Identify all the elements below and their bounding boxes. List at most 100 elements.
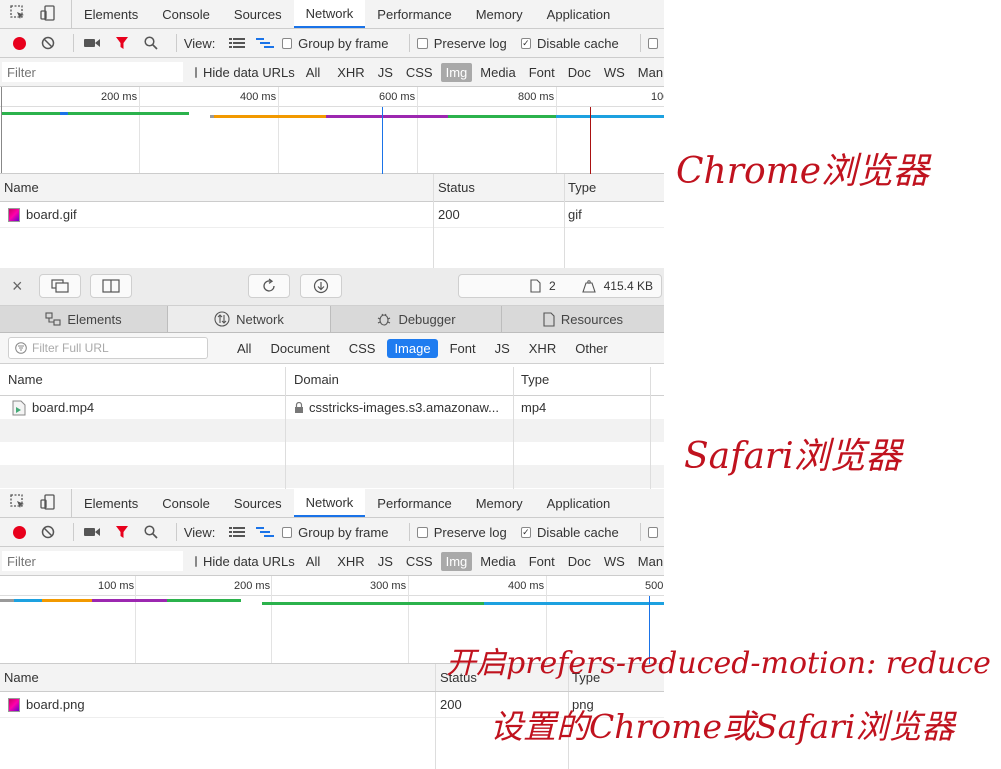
requests-table-header: Name Domain Type — [0, 364, 664, 396]
tab-elements[interactable]: Elements — [72, 489, 150, 517]
preserve-log-checkbox[interactable] — [417, 526, 428, 538]
filter-type-js[interactable]: JS — [373, 552, 398, 571]
tab-elements[interactable]: Elements — [72, 0, 150, 28]
waterfall-overview-icon[interactable] — [254, 522, 276, 542]
column-header-status[interactable]: Status — [434, 174, 564, 201]
filter-type-image[interactable]: Image — [387, 338, 438, 358]
column-header-name[interactable]: Name — [0, 664, 436, 691]
filter-type-doc[interactable]: Doc — [563, 63, 596, 82]
filter-type-media[interactable]: Media — [475, 63, 520, 82]
tab-memory[interactable]: Memory — [464, 0, 535, 28]
tab-application[interactable]: Application — [535, 489, 623, 517]
filter-type-font[interactable]: Font — [524, 552, 560, 571]
tab-debugger[interactable]: Debugger — [331, 306, 502, 332]
preserve-log-checkbox[interactable] — [417, 37, 428, 49]
column-header-type[interactable]: Type — [513, 364, 650, 395]
group-by-frame-label: Group by frame — [298, 35, 389, 51]
filter-type-media[interactable]: Media — [475, 552, 520, 571]
clear-icon[interactable] — [37, 522, 59, 542]
tab-console[interactable]: Console — [150, 0, 222, 28]
tab-performance[interactable]: Performance — [365, 0, 463, 28]
filter-type-manifest[interactable]: Man — [633, 552, 664, 571]
disable-cache-checkbox[interactable]: ✓ — [520, 526, 532, 538]
filter-type-css[interactable]: CSS — [401, 63, 438, 82]
filter-type-all[interactable]: All — [301, 63, 325, 82]
reload-button[interactable] — [248, 274, 290, 298]
disable-cache-checkbox[interactable]: ✓ — [520, 37, 532, 49]
filter-input[interactable] — [2, 551, 183, 571]
video-camera-icon[interactable] — [81, 522, 103, 542]
filter-type-font[interactable]: Font — [443, 339, 483, 358]
record-icon[interactable] — [8, 522, 30, 542]
search-icon[interactable] — [140, 33, 162, 53]
request-name: board.gif — [26, 207, 77, 222]
filter-icon[interactable] — [111, 522, 133, 542]
offline-checkbox[interactable] — [647, 37, 658, 49]
inspect-element-icon[interactable] — [10, 4, 26, 24]
large-rows-icon[interactable] — [225, 522, 247, 542]
clear-icon[interactable] — [37, 33, 59, 53]
group-by-frame-checkbox[interactable] — [281, 37, 293, 49]
table-row[interactable]: board.mp4 csstricks-images.s3.amazonaw..… — [0, 396, 664, 419]
filter-type-xhr[interactable]: XHR — [332, 63, 369, 82]
tab-resources[interactable]: Resources — [502, 306, 664, 332]
network-overview-timeline[interactable]: 200 ms 400 ms 600 ms 800 ms 100 — [0, 87, 664, 174]
filter-type-img[interactable]: Img — [440, 62, 473, 82]
filter-type-css[interactable]: CSS — [401, 552, 438, 571]
tab-sources[interactable]: Sources — [222, 489, 294, 517]
device-toolbar-icon[interactable] — [40, 493, 56, 513]
video-camera-icon[interactable] — [81, 33, 103, 53]
filter-type-ws[interactable]: WS — [599, 63, 630, 82]
tab-sources[interactable]: Sources — [222, 0, 294, 28]
record-icon[interactable] — [8, 33, 30, 53]
tab-application[interactable]: Application — [535, 0, 623, 28]
tab-network[interactable]: Network — [293, 489, 366, 517]
filter-type-doc[interactable]: Doc — [563, 552, 596, 571]
filter-type-js[interactable]: JS — [373, 63, 398, 82]
filter-type-css[interactable]: CSS — [342, 339, 383, 358]
column-header-name[interactable]: Name — [0, 364, 286, 395]
column-header-domain[interactable]: Domain — [286, 364, 513, 395]
filter-type-all[interactable]: All — [301, 552, 325, 571]
hide-data-urls-label: Hide data URLs — [203, 553, 295, 569]
tab-memory[interactable]: Memory — [464, 489, 535, 517]
device-toolbar-icon[interactable] — [40, 4, 56, 24]
search-icon[interactable] — [140, 522, 162, 542]
column-header-name[interactable]: Name — [0, 174, 434, 201]
tab-network[interactable]: Network — [293, 0, 366, 28]
large-rows-icon[interactable] — [225, 33, 247, 53]
filter-type-font[interactable]: Font — [524, 63, 560, 82]
inspect-element-icon[interactable] — [10, 493, 26, 513]
filter-input[interactable] — [2, 62, 183, 82]
filter-type-all[interactable]: All — [230, 339, 258, 358]
tab-console[interactable]: Console — [150, 489, 222, 517]
filter-type-other[interactable]: Other — [568, 339, 615, 358]
waterfall-overview-icon[interactable] — [254, 33, 276, 53]
filter-type-ws[interactable]: WS — [599, 552, 630, 571]
filter-type-manifest[interactable]: Man — [633, 63, 664, 82]
download-button[interactable] — [300, 274, 342, 298]
dock-side-button[interactable] — [90, 274, 132, 298]
hide-data-urls-checkbox[interactable] — [195, 66, 197, 78]
hide-data-urls-checkbox[interactable] — [195, 555, 197, 567]
offline-checkbox[interactable] — [647, 526, 658, 538]
waterfall-bar — [92, 599, 167, 602]
close-inspector-icon[interactable]: × — [12, 276, 23, 297]
safari-web-inspector-panel: × 2 415.4 KB Elements Network Debugger R… — [0, 268, 664, 489]
filter-url-placeholder: Filter Full URL — [32, 341, 109, 355]
tab-elements[interactable]: Elements — [0, 306, 168, 332]
filter-icon[interactable] — [111, 33, 133, 53]
group-by-frame-checkbox[interactable] — [281, 526, 293, 538]
filter-type-xhr[interactable]: XHR — [522, 339, 563, 358]
filter-type-xhr[interactable]: XHR — [332, 552, 369, 571]
column-header-type[interactable]: Type — [564, 174, 664, 201]
filter-type-document[interactable]: Document — [263, 339, 336, 358]
filter-type-img[interactable]: Img — [440, 551, 473, 571]
request-name: board.png — [26, 697, 85, 712]
timeline-tick-label: 600 ms — [379, 91, 416, 103]
filter-type-js[interactable]: JS — [488, 339, 517, 358]
filter-url-input[interactable]: Filter Full URL — [8, 337, 208, 359]
tab-performance[interactable]: Performance — [365, 489, 463, 517]
tab-network[interactable]: Network — [168, 306, 331, 332]
detach-window-button[interactable] — [39, 274, 81, 298]
